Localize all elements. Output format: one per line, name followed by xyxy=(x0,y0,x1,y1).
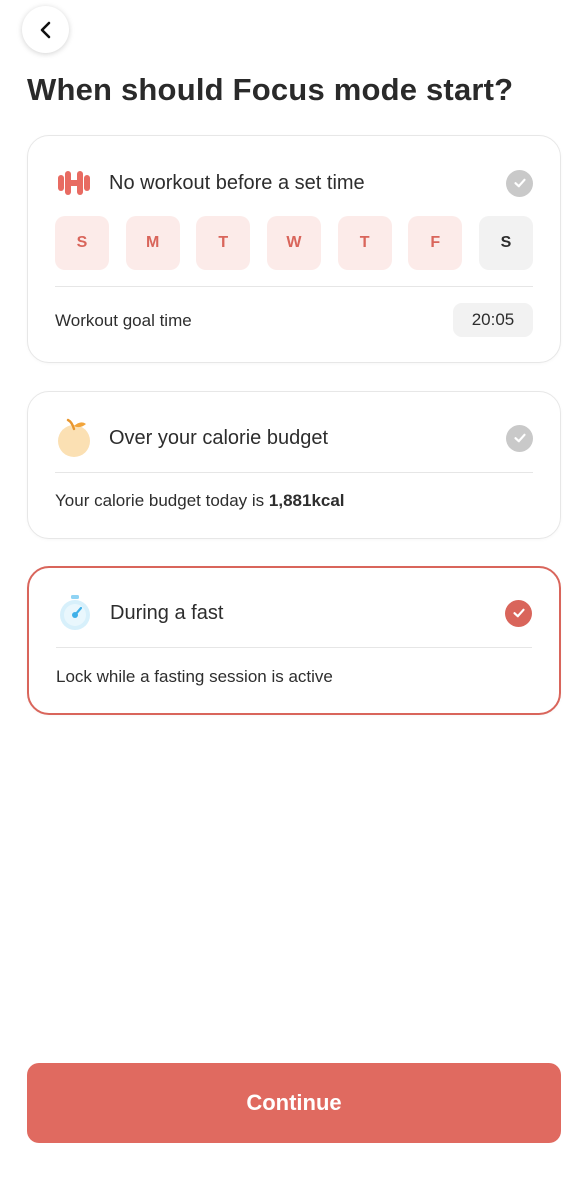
fast-description: Lock while a fasting session is active xyxy=(56,667,333,686)
calorie-budget-value: 1,881kcal xyxy=(268,491,345,510)
checkmark-icon xyxy=(513,433,526,443)
calorie-card-title: Over your calorie budget xyxy=(109,426,329,449)
divider xyxy=(55,472,533,473)
calorie-card-header: Over your calorie budget xyxy=(55,418,533,457)
workout-goal-time[interactable]: 20:05 xyxy=(453,303,533,337)
checkmark-icon xyxy=(513,178,526,188)
day-friday[interactable]: F xyxy=(408,216,463,270)
day-thursday[interactable]: T xyxy=(337,216,392,270)
fast-card[interactable]: During a fast Lock while a fasting sessi… xyxy=(27,566,561,715)
divider xyxy=(56,647,532,648)
calorie-check-toggle[interactable] xyxy=(506,424,533,452)
checkmark-icon xyxy=(512,608,525,618)
day-monday[interactable]: M xyxy=(125,216,180,270)
chevron-left-icon xyxy=(40,21,50,38)
weekday-selector: S M T W T F S xyxy=(55,216,533,270)
day-wednesday[interactable]: W xyxy=(266,216,321,270)
calorie-budget-prefix: Your calorie budget today is xyxy=(55,491,269,510)
calorie-card[interactable]: Over your calorie budget Your calorie bu… xyxy=(27,391,561,539)
page-title: When should Focus mode start? xyxy=(27,72,514,107)
day-tuesday[interactable]: T xyxy=(196,216,251,270)
workout-card-header: No workout before a set time xyxy=(55,167,533,199)
stopwatch-icon xyxy=(56,594,94,632)
calorie-budget-text: Your calorie budget today is 1,881kcal xyxy=(55,491,345,511)
back-button[interactable] xyxy=(22,6,69,53)
fast-card-header: During a fast xyxy=(56,594,532,632)
workout-check-toggle[interactable] xyxy=(506,169,533,197)
workout-card[interactable]: No workout before a set time S M T W T F… xyxy=(27,135,561,363)
day-sunday[interactable]: S xyxy=(55,216,109,270)
fast-check-toggle[interactable] xyxy=(505,599,532,627)
divider xyxy=(55,286,533,287)
workout-card-title: No workout before a set time xyxy=(109,171,365,194)
workout-goal-label: Workout goal time xyxy=(55,311,192,330)
day-saturday[interactable]: S xyxy=(478,216,533,270)
peach-icon xyxy=(55,418,93,457)
continue-button[interactable]: Continue xyxy=(27,1063,561,1143)
fast-card-title: During a fast xyxy=(110,601,224,624)
dumbbell-icon xyxy=(55,164,93,202)
